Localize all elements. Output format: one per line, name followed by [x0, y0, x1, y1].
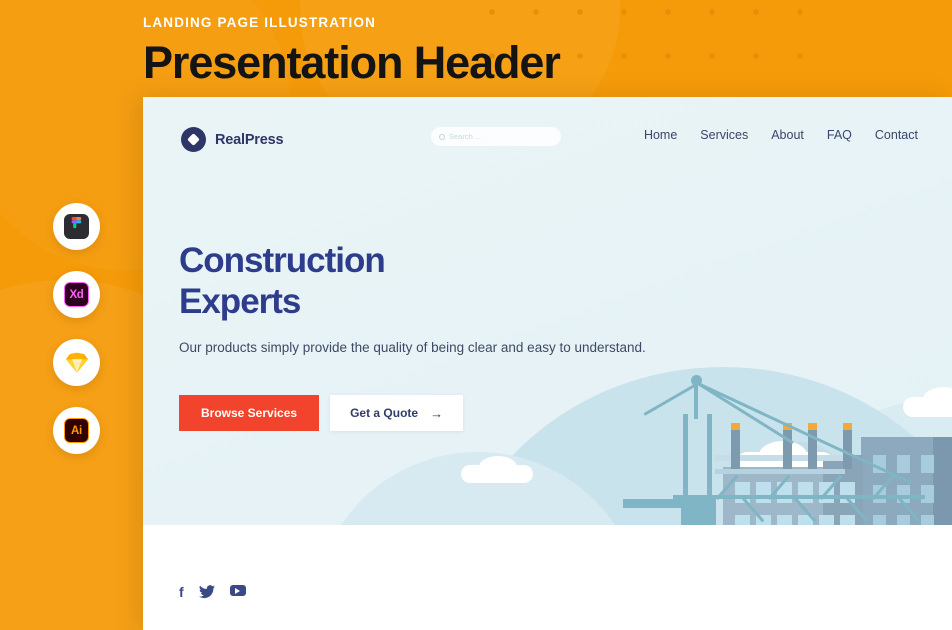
building-window — [921, 455, 934, 473]
nav-item-contact[interactable]: Contact — [875, 128, 918, 142]
facebook-icon[interactable]: f — [179, 585, 184, 599]
column-cap — [843, 423, 852, 430]
search-field[interactable]: Search ... — [431, 127, 561, 146]
engineer-character — [901, 522, 952, 525]
youtube-icon[interactable] — [229, 585, 246, 596]
adobe-illustrator-icon: Ai — [64, 418, 89, 443]
nav-item-about[interactable]: About — [771, 128, 804, 142]
column-cap — [808, 423, 817, 430]
column-cap — [731, 423, 740, 430]
twitter-icon[interactable] — [198, 585, 215, 599]
nav-item-home[interactable]: Home — [644, 128, 677, 142]
building-window — [897, 455, 910, 473]
app-icon-figma[interactable] — [53, 203, 100, 250]
adobe-xd-label: Xd — [69, 288, 84, 301]
building-column — [731, 427, 740, 469]
app-icon-adobe-illustrator[interactable]: Ai — [53, 407, 100, 454]
sketch-icon — [64, 350, 89, 375]
hero-title-line1: Construction — [179, 241, 386, 280]
hero-cta-group: Browse Services Get a Quote → — [179, 395, 646, 432]
logo-diamond-shape — [187, 133, 200, 146]
website-mockup-panel: (function(){ var h=document.getElementBy… — [143, 97, 952, 630]
browse-services-button[interactable]: Browse Services — [179, 395, 320, 432]
hero-copy: Construction Experts Our products simply… — [179, 241, 646, 432]
building-window — [777, 515, 792, 525]
crane-mast-left — [683, 414, 688, 525]
nav-links: Home Services About FAQ Contact — [644, 128, 918, 142]
brand-name: RealPress — [215, 131, 284, 148]
building-right-shadow — [933, 437, 952, 525]
poster-kicker: LANDING PAGE ILLUSTRATION — [143, 15, 376, 30]
building-window — [735, 515, 750, 525]
building-window — [873, 515, 886, 525]
poster-heading: LANDING PAGE ILLUSTRATION Presentation H… — [143, 15, 561, 88]
app-icon-sketch[interactable] — [53, 339, 100, 386]
brand-logo[interactable]: RealPress — [181, 127, 284, 152]
diamond-logo-icon — [181, 127, 206, 152]
nav-item-faq[interactable]: FAQ — [827, 128, 852, 142]
poster-title: Presentation Header — [143, 36, 561, 88]
arrow-right-icon: → — [430, 405, 444, 421]
hero-subtitle: Our products simply provide the quality … — [179, 340, 646, 356]
nav-item-services[interactable]: Services — [700, 128, 748, 142]
app-icon-rail: Xd Ai — [53, 203, 100, 475]
building-window — [840, 515, 855, 525]
social-links: f — [179, 585, 246, 599]
adobe-illustrator-label: Ai — [71, 424, 82, 437]
adobe-xd-icon: Xd — [64, 282, 89, 307]
crane-mast-right — [707, 414, 712, 525]
building-window — [798, 482, 813, 503]
building-column — [783, 427, 792, 469]
app-icon-adobe-xd[interactable]: Xd — [53, 271, 100, 318]
youtube-play-triangle — [235, 587, 241, 594]
get-a-quote-label: Get a Quote — [350, 406, 419, 421]
building-window — [921, 485, 934, 503]
hero-title: Construction Experts — [179, 241, 646, 322]
building-slab-lower — [715, 469, 845, 474]
building-column — [843, 427, 852, 469]
get-a-quote-button[interactable]: Get a Quote → — [330, 395, 464, 432]
building-window — [756, 482, 771, 503]
cloud — [479, 456, 517, 478]
figma-icon — [64, 214, 89, 239]
search-icon — [439, 133, 445, 140]
crane-counterweight — [623, 499, 683, 508]
site-navbar: RealPress Search ... Home Services About… — [143, 97, 952, 181]
hero-title-line2: Experts — [179, 281, 301, 321]
search-placeholder: Search ... — [449, 132, 482, 141]
building-window — [819, 515, 834, 525]
